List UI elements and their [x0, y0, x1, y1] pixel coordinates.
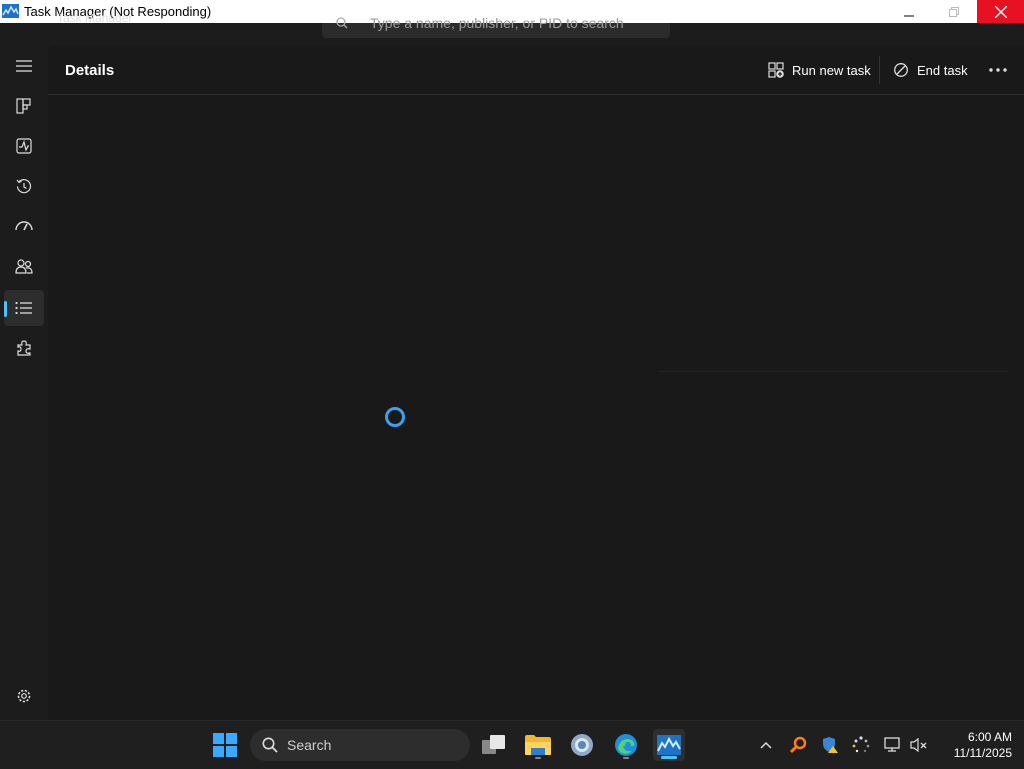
page-title: Details [65, 62, 115, 79]
taskbar-task-manager[interactable] [653, 729, 685, 761]
grid-icon [16, 98, 31, 114]
start-button[interactable] [209, 729, 241, 761]
close-button[interactable] [977, 0, 1024, 23]
gear-icon [17, 689, 31, 703]
restore-icon [948, 6, 959, 17]
nav-item-users[interactable] [4, 248, 44, 284]
task-manager-icon [657, 735, 681, 755]
settings-button[interactable] [4, 678, 44, 714]
task-manager-icon [2, 4, 19, 18]
app-name: Task Manager [57, 14, 133, 23]
end-task-icon [894, 63, 908, 77]
edge-icon [615, 734, 637, 756]
nav-item-processes[interactable] [4, 88, 44, 124]
task-view-button[interactable] [478, 729, 510, 761]
run-new-task-label: Run new task [792, 62, 871, 78]
active-indicator [661, 756, 677, 759]
tray-volume[interactable] [909, 735, 929, 755]
history-icon [16, 179, 32, 194]
search-icon [336, 17, 348, 29]
divider [658, 371, 1008, 372]
hamburger-icon [16, 60, 32, 72]
magnifier-tool-icon [789, 736, 807, 754]
clock-date: 11/11/2025 [953, 746, 1012, 760]
nav-item-services[interactable] [4, 330, 44, 366]
pulse-icon [16, 138, 32, 154]
taskbar-app-globe[interactable] [566, 729, 598, 761]
tray-network[interactable] [883, 735, 903, 755]
show-hidden-icons-button[interactable] [756, 735, 776, 755]
list-icon [15, 301, 32, 315]
shield-warning-icon [823, 737, 838, 753]
more-icon [989, 68, 1007, 72]
command-bar: Details Run new task End task [48, 46, 1024, 95]
clock-time: 6:00 AM [967, 730, 1012, 744]
system-clock[interactable]: 6:00 AM 11/11/2025 [936, 729, 1012, 761]
run-new-task-button[interactable]: Run new task [768, 58, 871, 82]
tray-search-tool[interactable] [788, 735, 808, 755]
nav-item-details[interactable] [4, 290, 44, 326]
tray-loading-app[interactable] [851, 735, 871, 755]
volume-muted-icon [910, 737, 927, 753]
search-icon [262, 737, 278, 753]
chevron-up-icon [760, 741, 772, 749]
search-box[interactable]: Type a name, publisher, or PID to search [322, 15, 670, 38]
users-icon [15, 259, 33, 274]
end-task-label: End task [917, 62, 968, 78]
main-content: Details Run new task End task [48, 46, 1024, 720]
end-task-button[interactable]: End task [893, 58, 968, 82]
taskbar: Search 6:00 AM 11/11/2025 [0, 720, 1024, 769]
spinner-dots-icon [852, 736, 870, 753]
loading-spinner-icon [385, 407, 405, 427]
globe-app-icon [571, 734, 593, 756]
divider [879, 56, 880, 84]
nav-item-startup-apps[interactable] [4, 208, 44, 244]
more-options-button[interactable] [986, 60, 1010, 80]
taskbar-file-explorer[interactable] [522, 729, 554, 761]
tray-security[interactable] [820, 735, 840, 755]
speedometer-icon [15, 221, 33, 231]
close-icon [994, 5, 1007, 18]
side-navigation [0, 46, 48, 720]
minimize-button[interactable] [886, 0, 931, 23]
nav-item-app-history[interactable] [4, 168, 44, 204]
folder-icon [525, 735, 551, 755]
hamburger-menu-button[interactable] [4, 48, 44, 84]
restore-button[interactable] [931, 0, 976, 23]
search-placeholder: Type a name, publisher, or PID to search [370, 15, 624, 31]
puzzle-icon [17, 340, 31, 356]
run-task-icon [768, 62, 784, 78]
minimize-icon [903, 15, 914, 16]
network-icon [884, 737, 900, 752]
running-indicator [623, 757, 629, 759]
taskbar-search-label: Search [287, 737, 332, 753]
nav-item-performance[interactable] [4, 128, 44, 164]
task-view-icon [482, 735, 505, 754]
running-indicator [535, 757, 541, 759]
taskbar-edge[interactable] [610, 729, 642, 761]
taskbar-search[interactable]: Search [250, 729, 470, 761]
windows-icon [213, 733, 237, 757]
